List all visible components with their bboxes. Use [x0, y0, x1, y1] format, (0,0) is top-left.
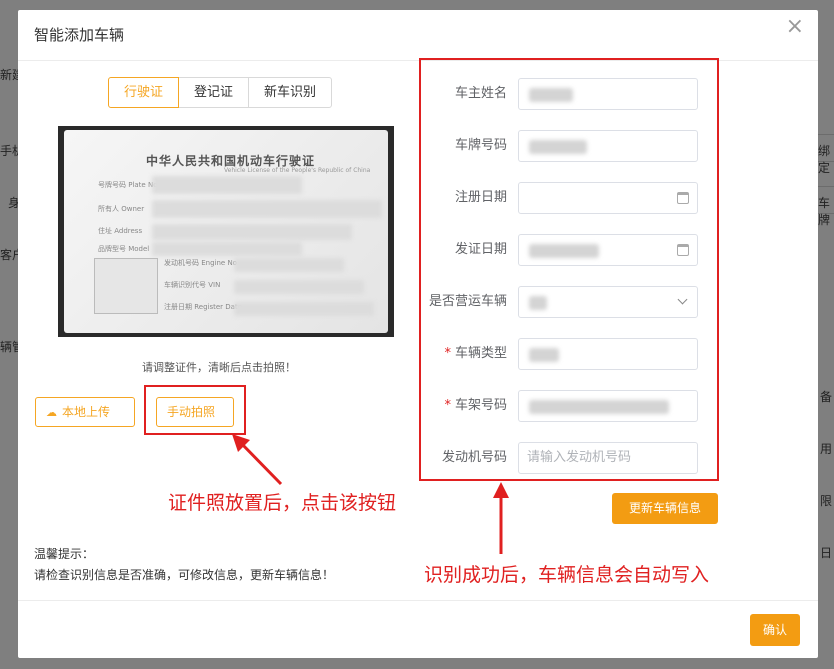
form-row-vehicle-type: * 车辆类型 [419, 338, 719, 370]
license-field-label: 所有人 Owner [98, 205, 145, 213]
required-mark: * [444, 346, 451, 361]
owner-name-input[interactable] [518, 78, 698, 110]
tab-new-car-recognition[interactable]: 新车识别 [248, 77, 333, 108]
form-row-operating-vehicle: 是否营运车辆 [419, 286, 719, 318]
license-subheading: Vehicle License of the People's Republic… [224, 167, 371, 174]
tab-driving-license[interactable]: 行驶证 [108, 77, 180, 108]
add-vehicle-dialog: 智能添加车辆 × 行驶证 登记证 新车识别 中华人民共和国机动车行驶证 Vehi… [18, 10, 818, 658]
tips-body: 请检查识别信息是否准确，可修改信息，更新车辆信息！ [34, 568, 335, 582]
issue-date-label: 发证日期 [454, 242, 507, 257]
chevron-down-icon [677, 294, 688, 305]
issue-date-picker[interactable] [518, 234, 698, 266]
local-upload-button[interactable]: ☁ 本地上传 [35, 397, 135, 427]
engine-number-input[interactable]: 请输入发动机号码 [518, 442, 698, 474]
license-field-label: 住址 Address [98, 227, 143, 235]
tips-title: 温馨提示： [34, 547, 95, 561]
form-row-owner-name: 车主姓名 [419, 78, 719, 110]
close-icon[interactable]: × [786, 16, 804, 38]
license-photo-area [94, 258, 158, 314]
annotation-auto-fill-hint: 识别成功后，车辆信息会自动写入 [424, 564, 710, 586]
annotation-capture-hint: 证件照放置后，点击该按钮 [168, 492, 397, 514]
title-divider [18, 60, 818, 61]
tab-registration-certificate[interactable]: 登记证 [178, 77, 250, 108]
owner-name-label: 车主姓名 [454, 86, 507, 101]
license-field-label: 号牌号码 Plate No. [98, 181, 160, 189]
license-field-label: 车辆识别代号 VIN [164, 281, 221, 289]
update-vehicle-info-button[interactable]: 更新车辆信息 [612, 493, 718, 524]
register-date-label: 注册日期 [454, 190, 507, 205]
vehicle-type-input[interactable] [518, 338, 698, 370]
footer-divider [18, 600, 818, 601]
driving-license-image: 中华人民共和国机动车行驶证 Vehicle License of the Peo… [64, 130, 388, 333]
manual-capture-button[interactable]: 手动拍照 [156, 397, 234, 427]
form-row-issue-date: 发证日期 [419, 234, 719, 266]
operating-vehicle-label: 是否营运车辆 [428, 294, 507, 309]
confirm-button[interactable]: 确认 [750, 614, 800, 646]
dialog-title: 智能添加车辆 [34, 26, 125, 44]
plate-number-label: 车牌号码 [454, 138, 507, 153]
vin-input[interactable] [518, 390, 698, 422]
license-camera-preview: 中华人民共和国机动车行驶证 Vehicle License of the Peo… [58, 126, 394, 337]
capture-hint: 请调整证件，清晰后点击拍照！ [142, 361, 296, 374]
plate-number-input[interactable] [518, 130, 698, 162]
tips-block: 温馨提示： 请检查识别信息是否准确，可修改信息，更新车辆信息！ [34, 544, 334, 586]
operating-vehicle-select[interactable] [518, 286, 698, 318]
cloud-upload-icon: ☁ [46, 406, 57, 419]
arrow-icon [232, 434, 283, 486]
document-type-tabs: 行驶证 登记证 新车识别 [108, 77, 333, 108]
vin-label: * 车架号码 [444, 398, 507, 413]
calendar-icon [677, 192, 689, 204]
engine-number-label: 发动机号码 [441, 450, 507, 465]
register-date-picker[interactable] [518, 182, 698, 214]
vehicle-type-label: * 车辆类型 [444, 346, 507, 361]
calendar-icon [677, 244, 689, 256]
license-field-label: 注册日期 Register Date [164, 303, 243, 311]
license-field-label: 发动机号码 Engine No. [164, 259, 240, 267]
form-row-engine-number: 发动机号码 请输入发动机号码 [419, 442, 719, 474]
arrow-icon [493, 482, 509, 554]
form-row-plate-number: 车牌号码 [419, 130, 719, 162]
local-upload-label: 本地上传 [62, 405, 111, 419]
form-row-vin: * 车架号码 [419, 390, 719, 422]
required-mark: * [444, 398, 451, 413]
form-row-register-date: 注册日期 [419, 182, 719, 214]
license-field-label: 品牌型号 Model [98, 245, 150, 253]
